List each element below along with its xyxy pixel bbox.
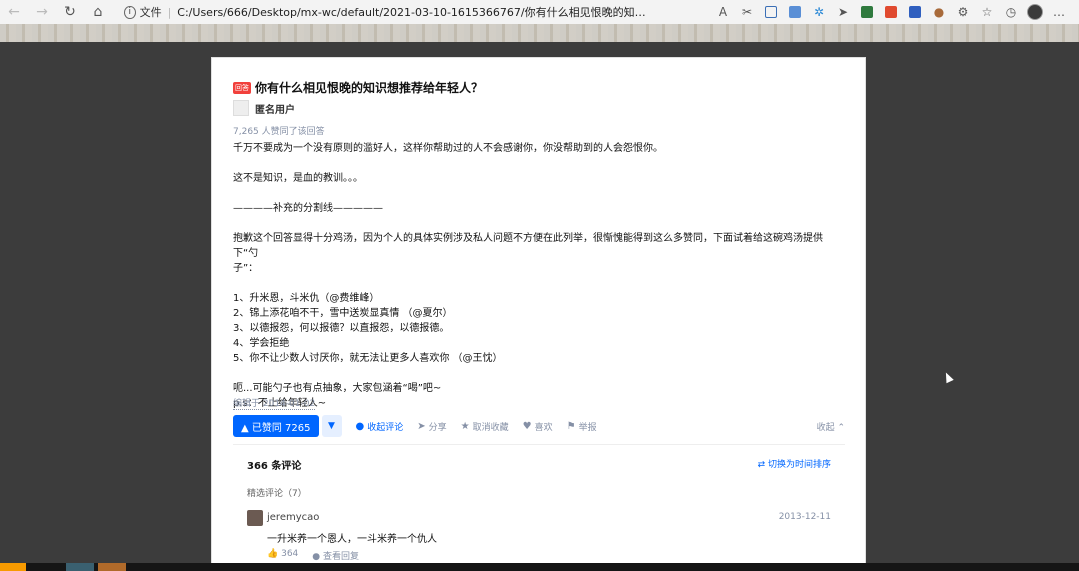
url-text: C:/Users/666/Desktop/mx-wc/default/2021-… <box>177 6 652 19</box>
read-aloud-icon[interactable]: A <box>711 0 735 24</box>
comment-user[interactable]: jeremycao <box>267 512 319 523</box>
view-reply-button[interactable]: ● 查看回复 <box>312 549 359 562</box>
author-name: 匿名用户 <box>255 104 295 116</box>
send-icon[interactable]: ➤ <box>831 0 855 24</box>
report-label: 举报 <box>578 422 597 433</box>
answer-paragraph: 1、升米恩，斗米仇（@费维峰） <box>233 293 380 304</box>
mouse-cursor <box>942 370 954 384</box>
unfavorite-label: 取消收藏 <box>472 422 509 433</box>
address-bar[interactable]: i 文件 | C:/Users/666/Desktop/mx-wc/defaul… <box>118 2 658 22</box>
extension-icons: A ✂ ✲ ➤ ● ⚙ ☆ ◷ … <box>711 0 1071 24</box>
answer-card: 回答 你有什么相见恨晚的知识想推荐给年轻人？ 匿名用户 7,265 人赞同了该回… <box>211 57 866 571</box>
monkey-ext-icon[interactable]: ● <box>927 0 951 24</box>
vote-up-button[interactable]: ▲ 已赞同 7265 <box>233 415 319 437</box>
flag-icon: ⚑ <box>566 420 576 432</box>
browser-toolbar: ← → ↻ ⌂ i 文件 | C:/Users/666/Desktop/mx-w… <box>0 0 1079 24</box>
like-button[interactable]: ♥ 喜欢 <box>523 420 553 433</box>
back-icon[interactable]: ← <box>0 0 28 24</box>
extensions-icon[interactable]: ⚙ <box>951 0 975 24</box>
bookmarks-bar <box>0 24 1079 42</box>
comments-section: 366 条评论 ⇄ 切换为时间排序 精选评论（7） jeremycao 2013… <box>233 444 845 571</box>
taskbar-app[interactable] <box>98 563 126 571</box>
like-label: 喜欢 <box>534 422 553 433</box>
answer-paragraph: ————补充的分割线————— <box>233 203 383 214</box>
sort-toggle-button[interactable]: ⇄ 切换为时间排序 <box>758 457 831 470</box>
forward-icon[interactable]: → <box>28 0 56 24</box>
taskbar-app[interactable] <box>66 563 94 571</box>
info-icon[interactable]: i <box>124 5 136 19</box>
reply-icon: ● <box>312 552 321 562</box>
favorites-icon[interactable]: ☆ <box>975 0 999 24</box>
home-icon[interactable]: ⌂ <box>84 0 112 24</box>
edited-date[interactable]: 编辑于 2014-01-02 <box>233 396 316 410</box>
answer-badge: 回答 <box>233 81 251 94</box>
collapse-comments-button[interactable]: ● 收起评论 <box>356 420 404 433</box>
answer-paragraph: p.s：不止给年轻人~ <box>233 398 327 409</box>
view-reply-label: 查看回复 <box>323 552 360 562</box>
vote-count-line: 7,265 人赞同了该回答 <box>233 127 325 137</box>
vote-down-button[interactable]: ▼ <box>321 415 342 437</box>
answer-paragraph: 3、以德报怨，何以报德？以直报怨，以德报德。 <box>233 323 450 334</box>
answer-paragraph: 子”： <box>233 263 259 274</box>
comment-meta: 👍 364 ● 查看回复 <box>267 549 359 562</box>
pocket-ext-icon[interactable] <box>903 0 927 24</box>
question-title-text: 你有什么相见恨晚的知识想推荐给年轻人？ <box>255 81 484 95</box>
featured-comments-label: 精选评论（7） <box>247 489 307 499</box>
start-button[interactable] <box>0 563 26 571</box>
puzzle-ext-icon[interactable] <box>855 0 879 24</box>
comment-count: 366 条评论 <box>247 461 302 472</box>
file-label: 文件 <box>139 6 162 19</box>
collapse-button[interactable]: 收起 ⌃ <box>817 420 845 433</box>
answer-paragraph: 千万不要成为一个没有原则的滥好人，这样你帮助过的人不会感谢你，你没帮助到的人会怨… <box>233 143 663 154</box>
answer-paragraph: 4、学会拒绝 <box>233 338 290 349</box>
share-label: 分享 <box>428 422 447 433</box>
address-separator: | <box>167 5 172 19</box>
question-title[interactable]: 回答 你有什么相见恨晚的知识想推荐给年轻人？ <box>233 79 483 96</box>
answer-paragraph: 抱歉这个回答显得十分鸡汤，因为个人的具体实例涉及私人问题不方便在此列举，很惭愧能… <box>233 233 823 259</box>
taskbar <box>0 563 1079 571</box>
thumbs-up-icon: 👍 <box>267 549 279 559</box>
reader-icon[interactable] <box>759 0 783 24</box>
bookmark-ext-icon[interactable] <box>783 0 807 24</box>
scissors-icon[interactable]: ✂ <box>735 0 759 24</box>
author-info: 匿名用户 <box>233 100 295 116</box>
action-bar: ▲ 已赞同 7265 ▼ ● 收起评论 ➤ 分享 ★ 取消收藏 ♥ 喜欢 ⚑ 举… <box>233 415 845 437</box>
heart-icon: ♥ <box>522 420 532 432</box>
author-avatar <box>233 100 249 116</box>
answer-paragraph: 呃...可能勺子也有点抽象，大家包涵着“喝”吧~ <box>233 383 442 394</box>
comment-like-button[interactable]: 👍 364 <box>267 549 298 562</box>
profile-avatar[interactable] <box>1023 0 1047 24</box>
answer-paragraph: 5、你不让少数人讨厌你，就无法让更多人喜欢你 （@王忱） <box>233 353 503 364</box>
send-share-icon: ➤ <box>417 420 426 432</box>
gear-ext-icon[interactable]: ✲ <box>807 0 831 24</box>
history-icon[interactable]: ◷ <box>999 0 1023 24</box>
share-button[interactable]: ➤ 分享 <box>417 420 446 433</box>
collapse-comments-label: 收起评论 <box>367 422 404 433</box>
clip-ext-icon[interactable] <box>879 0 903 24</box>
more-icon[interactable]: … <box>1047 0 1071 24</box>
comment-avatar[interactable] <box>247 510 263 526</box>
comment-text: 一升米养一个恩人，一斗米养一个仇人 <box>267 534 437 545</box>
star-icon: ★ <box>460 420 470 432</box>
answer-paragraph: 2、锦上添花咱不干，雪中送炭显真情 （@夏尔） <box>233 308 453 319</box>
answer-body: 千万不要成为一个没有原则的滥好人，这样你帮助过的人不会感谢你，你没帮助到的人会怨… <box>233 141 848 411</box>
report-button[interactable]: ⚑ 举报 <box>567 420 597 433</box>
comment-icon: ● <box>355 420 365 432</box>
comment-like-count: 364 <box>281 549 299 559</box>
comment-date: 2013-12-11 <box>778 512 831 522</box>
answer-paragraph: 这不是知识，是血的教训。。。 <box>233 173 363 184</box>
refresh-icon[interactable]: ↻ <box>56 0 84 24</box>
unfavorite-button[interactable]: ★ 取消收藏 <box>461 420 509 433</box>
